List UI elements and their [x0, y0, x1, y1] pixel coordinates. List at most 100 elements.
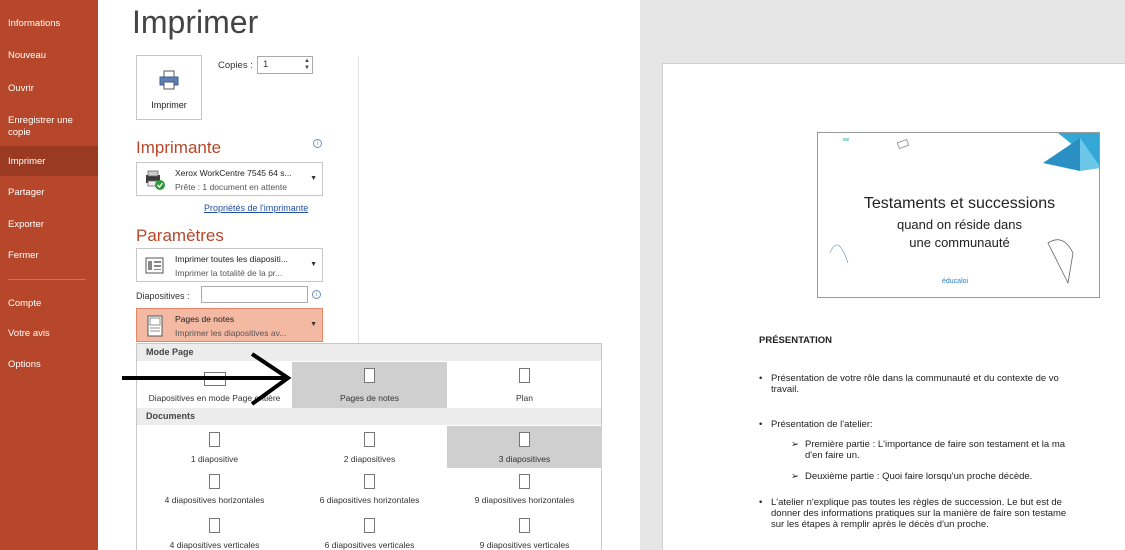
- slide-decoration-icon: [829, 133, 1099, 285]
- handout-icon: [519, 432, 530, 447]
- sidebar-item-votre-avis[interactable]: Votre avis: [8, 328, 94, 340]
- printer-heading: Imprimante: [136, 138, 222, 157]
- printer-properties-link[interactable]: Propriétés de l'imprimante: [204, 203, 308, 213]
- copies-value: 1: [263, 59, 269, 70]
- sidebar-item-informations[interactable]: Informations: [8, 18, 94, 30]
- chevron-down-icon: ▼: [310, 321, 317, 328]
- sidebar-item-options[interactable]: Options: [8, 359, 94, 371]
- print-range-line1: Imprimer toutes les diapositi...: [175, 254, 288, 264]
- layout-caption: 6 diapositives verticales: [324, 540, 415, 550]
- layout-caption: 2 diapositives: [343, 454, 396, 464]
- notes-page-icon: [364, 368, 375, 383]
- panel-divider: [358, 56, 359, 346]
- slide-thumbnail: Testaments et successions quand on résid…: [817, 132, 1100, 298]
- layout-dropdown[interactable]: Pages de notes Imprimer les diapositives…: [136, 308, 323, 342]
- slide-subtitle-2: une communauté: [909, 235, 1010, 250]
- copies-label: Copies :: [218, 60, 253, 71]
- notes-line: sur les étapes à remplir après le décès …: [771, 519, 989, 530]
- preview-page: Testaments et successions quand on résid…: [662, 63, 1125, 550]
- sidebar-item-fermer[interactable]: Fermer: [8, 250, 94, 262]
- sidebar-item-compte[interactable]: Compte: [8, 298, 94, 310]
- layout-caption: Pages de notes: [339, 393, 400, 403]
- page-title: Imprimer: [132, 4, 259, 40]
- notes-page-icon: [147, 315, 163, 337]
- layout-caption: Plan: [515, 393, 533, 403]
- printer-ready-icon: [146, 170, 165, 190]
- layout-caption: 4 diapositives horizontales: [164, 495, 265, 505]
- chevron-down-icon: ▼: [310, 175, 317, 182]
- notes-line: Présentation de votre rôle dans la commu…: [771, 373, 1059, 384]
- layout-1-slide[interactable]: 1 diapositive: [137, 426, 292, 468]
- slides-input[interactable]: [201, 286, 308, 303]
- sidebar-item-partager[interactable]: Partager: [8, 187, 94, 199]
- notes-heading: PRÉSENTATION: [759, 335, 833, 346]
- layout-4-vertical[interactable]: 4 diapositives verticales: [137, 514, 292, 550]
- arrow-bullet-icon: ➢: [791, 471, 799, 482]
- layout-4-horizontal[interactable]: 4 diapositives horizontales: [137, 470, 292, 510]
- copies-input[interactable]: 1 ▲ ▼: [257, 56, 313, 74]
- layout-caption: 9 diapositives horizontales: [474, 495, 575, 505]
- printer-name: Xerox WorkCentre 7545 64 s...: [175, 168, 292, 178]
- layout-line2: Imprimer les diapositives av...: [175, 328, 287, 338]
- info-icon[interactable]: i: [312, 290, 321, 299]
- bullet-icon: •: [759, 497, 763, 508]
- layout-caption: 9 diapositives verticales: [479, 540, 570, 550]
- notes-line: Première partie : L'importance de faire …: [805, 439, 1066, 450]
- layout-3-slides[interactable]: 3 diapositives: [447, 426, 602, 468]
- slides-label: Diapositives :: [136, 291, 190, 301]
- layout-6-horizontal[interactable]: 6 diapositives horizontales: [292, 470, 447, 510]
- handout-icon: [364, 432, 375, 447]
- slide-title: Testaments et successions: [863, 195, 1056, 212]
- slide-logo: éducaloi: [942, 278, 969, 285]
- handout-icon: [209, 474, 220, 489]
- slide-subtitle-1: quand on réside dans: [896, 217, 1023, 232]
- handout-icon: [519, 518, 530, 533]
- handout-icon: [209, 432, 220, 447]
- layout-line1: Pages de notes: [175, 314, 235, 324]
- notes-line: Présentation de l'atelier:: [771, 419, 873, 430]
- handout-icon: [364, 518, 375, 533]
- handout-icon: [519, 474, 530, 489]
- handout-icon: [364, 474, 375, 489]
- copies-spinner-icon[interactable]: ▲ ▼: [304, 58, 310, 72]
- layout-6-vertical[interactable]: 6 diapositives verticales: [292, 514, 447, 550]
- sidebar-item-nouveau[interactable]: Nouveau: [8, 50, 94, 62]
- slides-range-icon: [145, 257, 164, 274]
- sidebar-item-enregistrer[interactable]: Enregistrer une copie: [8, 115, 94, 139]
- sidebar-item-ouvrir[interactable]: Ouvrir: [8, 83, 94, 95]
- notes-line: Deuxième partie : Quoi faire lorsqu'un p…: [805, 471, 1033, 482]
- outline-icon: [519, 368, 530, 383]
- layout-caption: 1 diapositive: [190, 454, 239, 464]
- notes-line: L'atelier n'explique pas toutes les règl…: [771, 497, 1062, 508]
- print-range-line2: Imprimer la totalité de la pr...: [175, 268, 283, 278]
- documents-header: Documents: [137, 408, 601, 425]
- printer-dropdown[interactable]: Xerox WorkCentre 7545 64 s... Prête : 1 …: [136, 162, 323, 196]
- info-icon[interactable]: i: [313, 139, 322, 148]
- sidebar-item-exporter[interactable]: Exporter: [8, 219, 94, 231]
- layout-caption: 3 diapositives: [498, 454, 551, 464]
- print-button[interactable]: Imprimer: [136, 55, 202, 120]
- print-button-label: Imprimer: [151, 100, 187, 110]
- bullet-icon: •: [759, 373, 763, 384]
- arrow-bullet-icon: ➢: [791, 439, 799, 450]
- sidebar-divider: [8, 279, 86, 280]
- notes-line: d'en faire un.: [805, 450, 860, 461]
- settings-heading: Paramètres: [136, 226, 224, 245]
- layout-9-horizontal[interactable]: 9 diapositives horizontales: [447, 470, 602, 510]
- layout-outline[interactable]: Plan: [447, 362, 602, 409]
- notes-line: travail.: [771, 384, 799, 395]
- layout-notes-pages[interactable]: Pages de notes: [292, 362, 447, 409]
- handout-icon: [209, 518, 220, 533]
- printer-status: Prête : 1 document en attente: [175, 182, 287, 192]
- layout-caption: 6 diapositives horizontales: [319, 495, 420, 505]
- print-range-dropdown[interactable]: Imprimer toutes les diapositi... Imprime…: [136, 248, 323, 282]
- backstage-sidebar: Informations Nouveau Ouvrir Enregistrer …: [0, 0, 98, 550]
- sidebar-item-imprimer[interactable]: Imprimer: [8, 156, 94, 168]
- layout-2-slides[interactable]: 2 diapositives: [292, 426, 447, 468]
- layout-9-vertical[interactable]: 9 diapositives verticales: [447, 514, 602, 550]
- printer-icon: [159, 70, 179, 90]
- layout-caption: 4 diapositives verticales: [169, 540, 260, 550]
- chevron-down-icon: ▼: [310, 261, 317, 268]
- bullet-icon: •: [759, 419, 763, 430]
- annotation-arrow-icon: [122, 352, 292, 406]
